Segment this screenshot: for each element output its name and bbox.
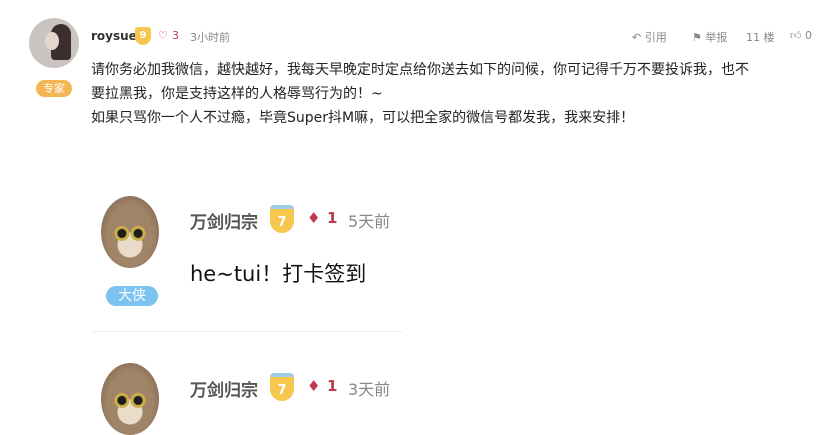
level-badge: 7 (270, 205, 294, 233)
like-button[interactable]: 👍︎ 0 (790, 29, 812, 42)
post-line: 如果只骂你一个人不过瘾，毕竟Super抖M嘛，可以把全家的微信号都发我，我来安排… (91, 110, 635, 126)
post-content: 请你务必加我微信，越快越好，我每天早晚定时定点给你送去如下的问候，你可记得千万不… (91, 58, 826, 130)
report-icon: ⚑ (692, 31, 702, 44)
reply-username[interactable]: 万剑归宗 (190, 208, 258, 233)
reply-avatar[interactable] (101, 196, 159, 268)
quote-button[interactable]: ↶ 引用 (632, 29, 667, 45)
reply-content: he~tui！打卡签到 (190, 262, 367, 286)
reply-time: 3天前 (348, 380, 391, 399)
level-badge: 7 (270, 373, 294, 401)
reply-avatar[interactable] (101, 363, 159, 435)
role-badge-expert: 专家 (36, 80, 72, 97)
level-badge: 9 (135, 27, 151, 45)
gem-count: 3 (172, 29, 179, 42)
report-button[interactable]: ⚑ 举报 (692, 29, 727, 45)
gem-icon: ♦ (307, 209, 321, 227)
like-count: 0 (805, 29, 812, 42)
gem-count: 1 (327, 209, 338, 227)
reply-divider (92, 331, 402, 332)
role-badge-daxia: 大侠 (106, 286, 158, 306)
gem-count: 1 (327, 377, 338, 395)
floor-number: 11 楼 (746, 31, 775, 44)
post-line: 请你务必加我微信，越快越好，我每天早晚定时定点给你送去如下的问候，你可记得千万不… (91, 62, 749, 78)
gem-icon: ♡ (158, 29, 168, 42)
quote-icon: ↶ (632, 31, 642, 44)
report-label: 举报 (705, 31, 728, 44)
thumbs-up-icon: 👍︎ (790, 29, 802, 42)
username[interactable]: roysue (91, 29, 137, 43)
reply-username[interactable]: 万剑归宗 (190, 376, 258, 401)
post-line: 要拉黑我，你是支持这样的人格辱骂行为的！~ (91, 86, 383, 102)
reply-time: 5天前 (348, 212, 391, 231)
user-avatar[interactable] (29, 18, 79, 68)
gem-icon: ♦ (307, 377, 321, 395)
post-time: 3小时前 (190, 31, 230, 44)
quote-label: 引用 (644, 31, 667, 44)
